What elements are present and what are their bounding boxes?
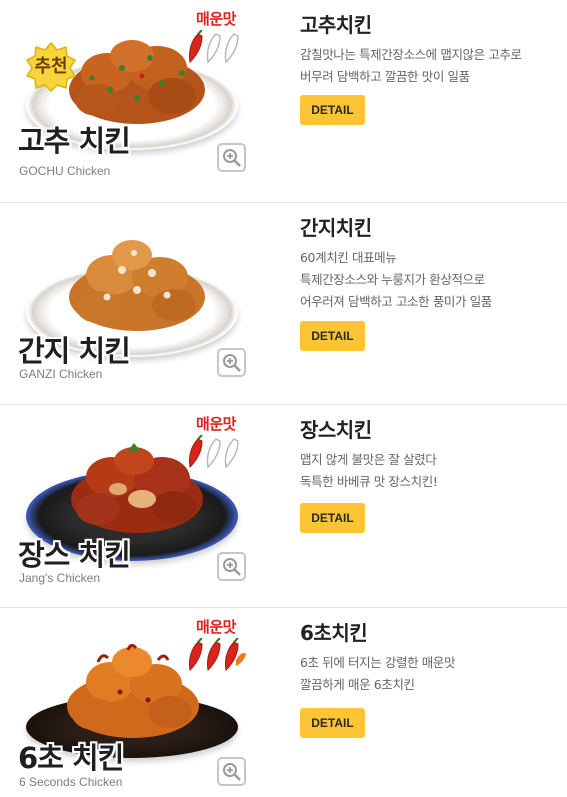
description-line: 특제간장소스와 누룽지가 환상적으로 — [300, 271, 485, 287]
chicken-image — [62, 235, 212, 335]
menu-title: 6초치킨 — [300, 620, 368, 645]
menu-overlay-name: 6초 치킨 — [18, 740, 124, 775]
description-line: 독특한 바베큐 맛 장스치킨! — [300, 474, 438, 489]
description-line: 60계치킨 대표메뉴 — [300, 249, 397, 265]
menu-item-ganzi: 간지 치킨 GANZI Chicken 간지치킨 60계치킨 대표메뉴 특제간장… — [0, 203, 567, 405]
magnifier-plus-icon — [223, 353, 241, 372]
menu-image-6cho[interactable]: 매운맛 6초 치킨 6 Seconds Chicken — [0, 608, 260, 797]
detail-button[interactable]: DETAIL — [300, 320, 365, 351]
menu-image-ganzi[interactable]: 간지 치킨 GANZI Chicken — [0, 203, 260, 405]
menu-image-gochu[interactable]: 추천 매운맛 고추 치킨 GOCHU Chicken — [0, 0, 260, 202]
menu-english-name: 6 Seconds Chicken — [19, 774, 123, 789]
menu-item-jangs: 매운맛 장스 치킨 Jang's Chicken 장스치킨 맵지 않게 불맛은 … — [0, 405, 567, 608]
menu-overlay-name: 고추 치킨 — [18, 124, 131, 158]
menu-title: 장스치킨 — [300, 418, 372, 442]
zoom-button[interactable] — [217, 347, 246, 377]
recommend-badge: 추천 — [25, 41, 77, 93]
menu-english-name: GANZI Chicken — [19, 366, 103, 381]
menu-description: 맵지 않게 불맛은 잘 살렸다 독특한 바베큐 맛 장스치킨! — [300, 449, 562, 493]
menu-list: 추천 매운맛 고추 치킨 GOCHU Chicken 고추치킨 감칠맛나는 특제… — [0, 0, 567, 797]
menu-english-name: GOCHU Chicken — [19, 164, 111, 178]
menu-title: 간지치킨 — [300, 215, 372, 240]
zoom-button[interactable] — [217, 552, 246, 581]
menu-image-jangs[interactable]: 매운맛 장스 치킨 Jang's Chicken — [0, 405, 260, 607]
spicy-indicator: 매운맛 — [186, 415, 246, 471]
magnifier-plus-icon — [223, 558, 241, 576]
chili-pepper-icon — [189, 435, 239, 469]
menu-item-gochu: 추천 매운맛 고추 치킨 GOCHU Chicken 고추치킨 감칠맛나는 특제… — [0, 0, 567, 203]
menu-overlay-name: 간지 치킨 — [18, 333, 131, 368]
recommend-badge-label: 추천 — [34, 56, 68, 77]
chili-pepper-icon — [189, 637, 246, 671]
description-line: 감칠맛나는 특제간장소스에 맵지않은 고추로 — [300, 47, 522, 62]
spicy-indicator: 매운맛 — [186, 10, 246, 66]
description-line: 6초 뒤에 터지는 강렬한 매운맛 — [300, 654, 456, 670]
spicy-indicator: 매운맛 — [186, 618, 246, 674]
menu-title: 고추치킨 — [300, 13, 372, 37]
menu-description: 6초 뒤에 터지는 강렬한 매운맛 깔끔하게 매운 6초치킨 — [300, 652, 562, 696]
description-line: 어우러져 담백하고 고소한 풍미가 일품 — [300, 293, 492, 309]
menu-description: 60계치킨 대표메뉴 특제간장소스와 누룽지가 환상적으로 어우러져 담백하고 … — [300, 247, 562, 313]
chili-pepper-icon — [189, 30, 239, 64]
magnifier-plus-icon — [223, 149, 241, 167]
detail-button[interactable]: DETAIL — [300, 95, 365, 125]
spicy-label: 매운맛 — [196, 617, 236, 636]
description-line: 버무려 담백하고 깔끔한 맛이 일품 — [300, 69, 470, 84]
spicy-label: 매운맛 — [196, 415, 236, 433]
spicy-label: 매운맛 — [196, 10, 236, 28]
menu-english-name: Jang's Chicken — [19, 571, 100, 585]
menu-description: 감칠맛나는 특제간장소스에 맵지않은 고추로 버무려 담백하고 깔끔한 맛이 일… — [300, 44, 562, 88]
detail-button[interactable]: DETAIL — [300, 503, 365, 533]
description-line: 깔끔하게 매운 6초치킨 — [300, 676, 415, 692]
description-line: 맵지 않게 불맛은 잘 살렸다 — [300, 452, 437, 467]
detail-button[interactable]: DETAIL — [300, 707, 365, 738]
magnifier-plus-icon — [223, 762, 241, 781]
zoom-button[interactable] — [217, 143, 246, 172]
menu-overlay-name: 장스 치킨 — [18, 538, 131, 572]
menu-item-6cho: 매운맛 6초 치킨 6 Seconds Chicken 6초치킨 6초 뒤에 터… — [0, 608, 567, 797]
zoom-button[interactable] — [217, 756, 246, 786]
